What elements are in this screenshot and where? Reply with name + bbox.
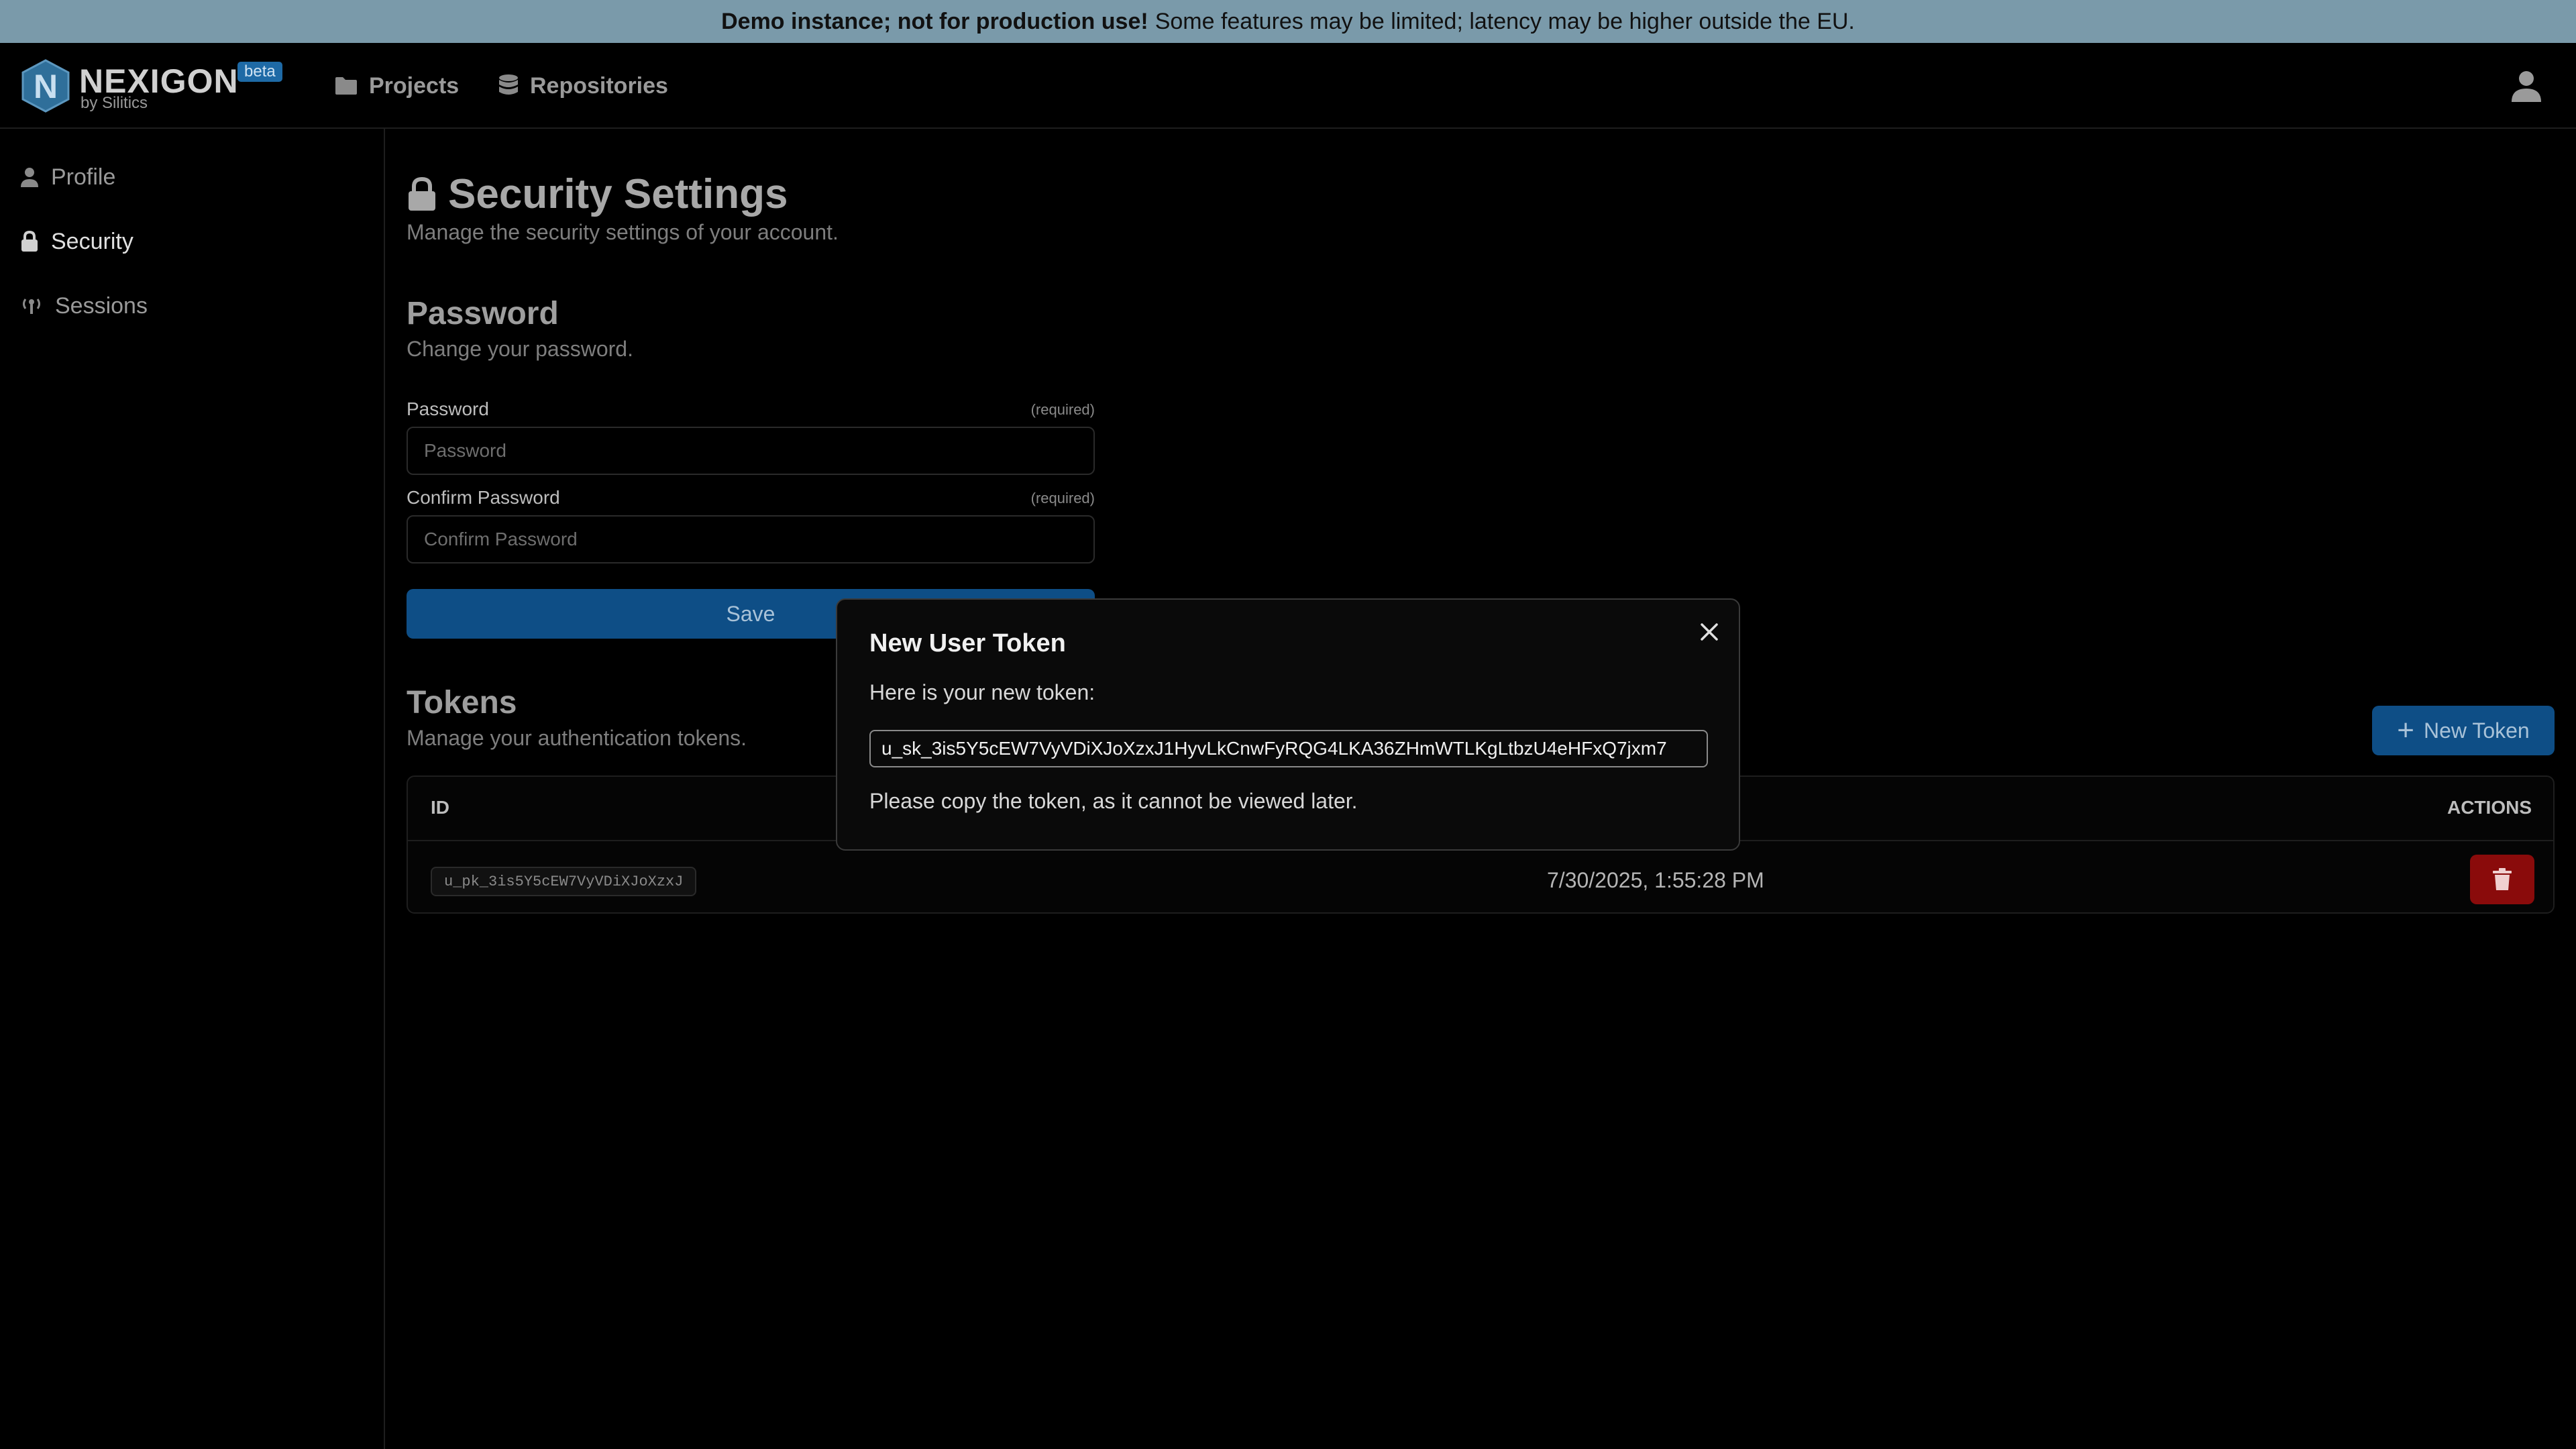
password-required-hint: (required)	[1030, 401, 1095, 418]
dialog-intro: Here is your new token:	[869, 680, 1095, 704]
confirm-password-field[interactable]	[407, 515, 1095, 564]
page-title-text: Security Settings	[448, 171, 788, 217]
nav-repositories-link[interactable]: Repositories	[498, 70, 668, 102]
dialog-title: New User Token	[869, 629, 1066, 657]
column-header-id: ID	[431, 797, 449, 818]
trash-icon	[2493, 868, 2512, 890]
tokens-section-title: Tokens	[407, 685, 517, 720]
column-header-actions: ACTIONS	[2447, 797, 2532, 818]
banner-warning: Demo instance; not for production use!	[721, 8, 1148, 34]
svg-text:N: N	[34, 68, 58, 105]
token-created-date: 7/30/2025, 1:55:28 PM	[1547, 868, 1764, 892]
new-token-button[interactable]: + New Token	[2372, 706, 2555, 755]
password-label: Password	[407, 398, 489, 419]
page-title: Security Settings	[407, 170, 788, 218]
confirm-password-required-hint: (required)	[1030, 490, 1095, 506]
broadcast-icon	[23, 299, 40, 314]
new-token-label: New Token	[2423, 718, 2530, 743]
tokens-section-subtitle: Manage your authentication tokens.	[407, 726, 747, 750]
plus-icon: +	[2397, 714, 2414, 747]
sidebar-item-label: Profile	[51, 164, 116, 190]
folder-icon	[335, 77, 357, 95]
password-section-title: Password	[407, 296, 559, 331]
close-icon	[1701, 623, 1718, 641]
delete-token-button[interactable]	[2470, 855, 2534, 904]
sidebar-item-security[interactable]: Security	[20, 223, 133, 260]
sidebar-item-label: Sessions	[55, 292, 148, 319]
confirm-password-label: Confirm Password	[407, 487, 560, 508]
beta-badge: beta	[237, 62, 282, 82]
nav-projects-label: Projects	[369, 72, 460, 99]
nav-projects-link[interactable]: Projects	[334, 70, 459, 102]
close-button[interactable]	[1695, 617, 1724, 647]
nexigon-logo-icon[interactable]: N	[20, 59, 71, 113]
sidebar-item-sessions[interactable]: Sessions	[20, 287, 148, 325]
token-id[interactable]: u_pk_3is5Y5cEW7VyVDiXJoXzxJ	[431, 867, 697, 896]
top-navbar: N NEXIGON beta by Silitics Projects Repo…	[0, 43, 2576, 129]
sidebar-item-profile[interactable]: Profile	[20, 158, 115, 196]
new-token-dialog: New User Token Here is your new token: u…	[836, 598, 1740, 851]
page-subtitle: Manage the security settings of your acc…	[407, 220, 839, 244]
lock-icon	[409, 176, 435, 211]
banner-text: Some features may be limited; latency ma…	[1155, 8, 1855, 34]
database-icon	[499, 74, 518, 95]
brand-byline: by Silitics	[80, 94, 148, 112]
lock-icon	[21, 231, 38, 252]
sidebar-item-label: Security	[51, 228, 133, 254]
new-token-value[interactable]: u_sk_3is5Y5cEW7VyVDiXJoXzxJ1HyvLkCnwFyRQ…	[869, 730, 1708, 767]
dialog-note: Please copy the token, as it cannot be v…	[869, 789, 1358, 813]
password-section-subtitle: Change your password.	[407, 337, 633, 361]
demo-banner: Demo instance; not for production use! S…	[0, 0, 2576, 43]
nav-repositories-label: Repositories	[530, 72, 668, 99]
user-menu-icon[interactable]	[2509, 68, 2544, 103]
settings-sidebar: Profile Security Sessions	[0, 129, 385, 1449]
password-field[interactable]	[407, 427, 1095, 475]
user-icon	[21, 168, 38, 187]
